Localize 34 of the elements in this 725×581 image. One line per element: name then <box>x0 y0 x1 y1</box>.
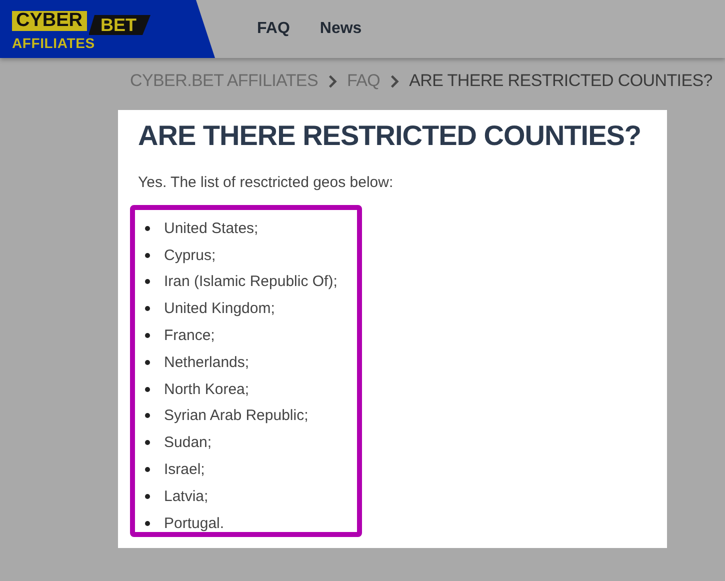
list-item: Syrian Arab Republic; <box>164 407 308 424</box>
logo-word[interactable]: AFFILIATES <box>12 35 95 51</box>
bullet-icon <box>145 306 150 312</box>
list-item: United States; <box>164 220 258 237</box>
list-item: Sudan; <box>164 434 212 452</box>
bullet-icon <box>145 279 150 284</box>
nav-link[interactable]: News <box>320 20 362 38</box>
bullet-icon <box>145 467 150 472</box>
bullet-icon <box>145 413 150 418</box>
nav-link[interactable]: FAQ <box>257 20 290 38</box>
bullet-icon <box>145 386 150 392</box>
list-item: Cyprus; <box>164 246 216 264</box>
list-item: Israel; <box>164 461 205 478</box>
bullet-icon <box>145 360 150 365</box>
list-item: United Kingdom; <box>164 300 275 318</box>
breadcrumb-current: ARE THERE RESTRICTED COUNTIES? <box>409 71 712 91</box>
list-item: Netherlands; <box>164 354 250 371</box>
list-item: Latvia; <box>164 488 208 505</box>
bullet-icon <box>145 333 150 338</box>
logo-word[interactable]: CYBER <box>12 11 87 31</box>
bullet-icon <box>145 226 150 231</box>
list-item: North Korea; <box>164 380 250 398</box>
list-item: France; <box>164 327 215 344</box>
list-item: Portugal. <box>164 514 224 532</box>
list-item: Iran (Islamic Republic Of); <box>164 273 338 290</box>
logo-word[interactable]: BET <box>88 15 151 35</box>
intro-text: Yes. The list of resctricted geos below: <box>138 174 394 191</box>
bullet-icon <box>145 494 150 499</box>
chevron-icon <box>390 74 400 88</box>
article-title: ARE THERE RESTRICTED COUNTIES? <box>138 119 642 153</box>
bullet-icon <box>145 440 150 446</box>
bullet-icon <box>145 520 150 526</box>
bullet-icon <box>145 252 150 258</box>
chevron-icon <box>328 74 337 88</box>
